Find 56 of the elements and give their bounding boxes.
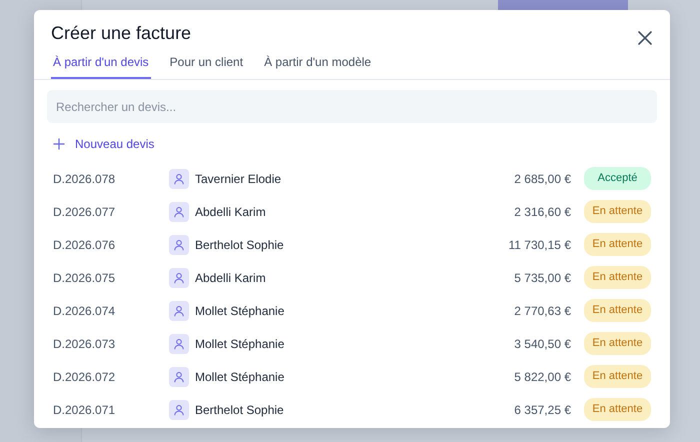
person-icon — [169, 334, 189, 354]
plus-icon — [53, 138, 65, 150]
quote-row[interactable]: D.2026.076 Berthelot Sophie 11 730,15 € En attente — [47, 228, 657, 261]
status-badge: En attente — [584, 398, 651, 421]
tab[interactable]: À partir d'un devis — [51, 50, 151, 79]
person-icon — [169, 234, 189, 254]
person-icon — [169, 202, 189, 222]
client-name: Tavernier Elodie — [195, 170, 282, 188]
quote-row[interactable]: D.2026.078 Tavernier Elodie 2 685,00 € Accepté — [47, 162, 657, 195]
person-icon — [169, 300, 189, 320]
client-name: Mollet Stéphanie — [195, 336, 286, 352]
quote-number: D.2026.076 — [53, 236, 116, 254]
status-badge: En attente — [584, 332, 651, 355]
status-badge: Accepté — [584, 167, 651, 190]
status-badge: En attente — [584, 365, 651, 388]
status-badge: En attente — [584, 200, 651, 223]
quote-row[interactable]: D.2026.077 Abdelli Karim 2 316,60 € En attente — [47, 195, 657, 228]
quote-amount: 3 540,50 € — [514, 336, 571, 352]
close-icon[interactable] — [636, 28, 654, 46]
client-name: Mollet Stéphanie — [195, 302, 286, 320]
quote-row[interactable]: D.2026.072 Mollet Stéphanie 5 822,00 € En attente — [47, 360, 657, 393]
person-icon — [169, 366, 189, 386]
quote-row[interactable]: D.2026.075 Abdelli Karim 5 735,00 € En attente — [47, 261, 657, 294]
new-quote-button[interactable]: Nouveau devis — [47, 135, 160, 153]
quote-amount: 2 316,60 € — [514, 204, 571, 220]
status-badge: En attente — [584, 233, 651, 256]
dialog-title: Créer une facture — [51, 22, 192, 44]
quote-number: D.2026.073 — [53, 336, 116, 352]
search-field[interactable]: Rechercher un devis... — [47, 90, 657, 123]
status-badge: En attente — [584, 299, 651, 322]
person-icon — [169, 400, 189, 420]
quote-amount: 5 735,00 € — [514, 270, 571, 286]
quote-number: D.2026.077 — [53, 204, 116, 220]
client-name: Abdelli Karim — [195, 204, 267, 220]
tab[interactable]: Pour un client — [168, 50, 246, 79]
client-name: Berthelot Sophie — [195, 402, 285, 418]
person-icon — [169, 268, 189, 288]
quote-amount: 2 770,63 € — [514, 302, 571, 320]
quote-number: D.2026.075 — [53, 270, 116, 286]
quote-number: D.2026.074 — [53, 302, 116, 320]
quote-number: D.2026.071 — [53, 402, 116, 418]
status-badge: En attente — [584, 266, 651, 289]
quote-amount: 11 730,15 € — [508, 236, 571, 254]
quote-amount: 5 822,00 € — [514, 368, 571, 386]
client-name: Berthelot Sophie — [195, 236, 285, 254]
quote-number: D.2026.078 — [53, 170, 116, 188]
quote-row[interactable]: D.2026.073 Mollet Stéphanie 3 540,50 € En attente — [47, 327, 657, 360]
quote-row[interactable]: D.2026.074 Mollet Stéphanie 2 770,63 € En attente — [47, 294, 657, 327]
quote-amount: 2 685,00 € — [514, 170, 571, 188]
person-icon — [169, 168, 189, 188]
quote-amount: 6 357,25 € — [514, 402, 571, 418]
quote-number: D.2026.072 — [53, 368, 116, 386]
client-name: Mollet Stéphanie — [195, 368, 286, 386]
quote-row[interactable]: D.2026.071 Berthelot Sophie 6 357,25 € En attente — [47, 393, 657, 426]
tab[interactable]: À partir d'un modèle — [262, 50, 374, 79]
client-name: Abdelli Karim — [195, 270, 267, 286]
